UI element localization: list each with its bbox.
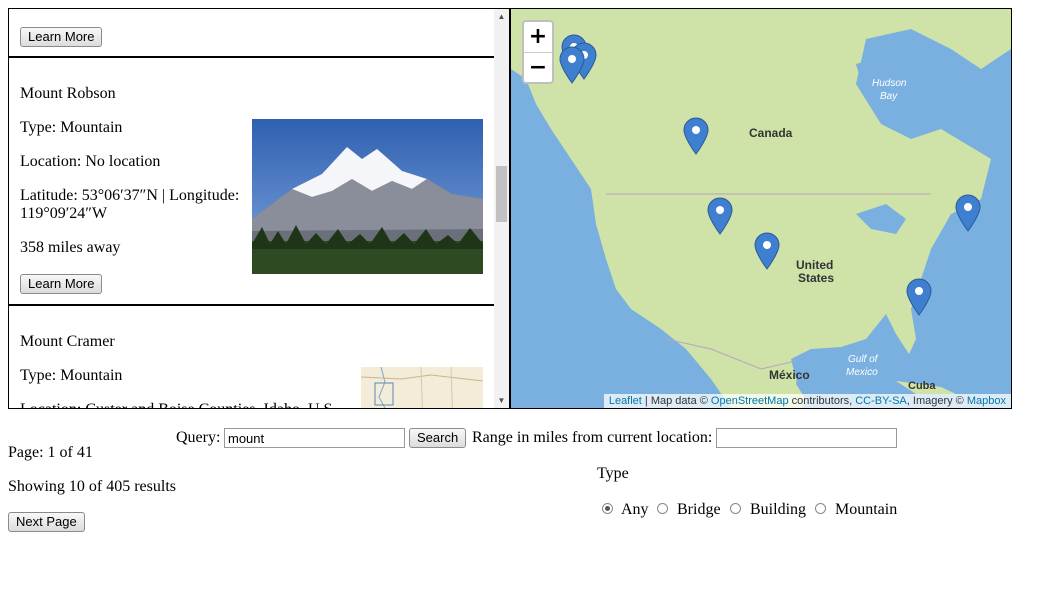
map-label-gulf: Mexico xyxy=(846,367,878,378)
map-marker-icon[interactable] xyxy=(906,278,932,316)
result-name: Mount Cramer xyxy=(20,333,115,350)
type-radio-building[interactable] xyxy=(730,503,741,514)
license-link[interactable]: CC-BY-SA xyxy=(855,395,907,407)
osm-link[interactable]: OpenStreetMap xyxy=(711,395,789,407)
zoom-in-button[interactable]: + xyxy=(524,22,552,53)
map-label-canada: Canada xyxy=(749,126,793,140)
map-thumbnail xyxy=(361,367,483,408)
next-page-button[interactable]: Next Page xyxy=(8,512,85,532)
map-marker-icon[interactable] xyxy=(683,117,709,155)
type-filter-label: Type xyxy=(597,465,629,482)
results-count: Showing 10 of 405 results xyxy=(8,478,176,495)
query-label: Query: xyxy=(176,429,221,446)
map-label-hudson-bay: Bay xyxy=(880,91,898,102)
map-label-cuba: Cuba xyxy=(908,380,936,392)
leaflet-link[interactable]: Leaflet xyxy=(609,395,642,407)
type-option-label: Building xyxy=(750,501,807,518)
result-distance: 358 miles away xyxy=(20,239,121,256)
result-card: Learn More xyxy=(9,9,494,58)
map-attribution: Leaflet | Map data © OpenStreetMap contr… xyxy=(603,394,1011,408)
result-type: Type: Mountain xyxy=(20,119,123,136)
map-label-united-states: United xyxy=(796,258,834,272)
type-radio-any[interactable] xyxy=(602,503,613,514)
map-marker-icon[interactable] xyxy=(955,194,981,232)
map-label-gulf: Gulf of xyxy=(848,354,878,365)
mapbox-link[interactable]: Mapbox xyxy=(967,395,1006,407)
range-input[interactable] xyxy=(716,428,897,448)
result-card: Mount Robson Type: Mountain Location: No… xyxy=(9,58,494,306)
learn-more-button[interactable]: Learn More xyxy=(20,27,103,47)
results-list[interactable]: Learn More Mount Robson Type: Mountain L… xyxy=(8,8,510,409)
search-button[interactable]: Search xyxy=(409,428,467,448)
attribution-text: contributors, xyxy=(788,395,856,407)
zoom-control: + − xyxy=(522,20,554,84)
scroll-up-arrow-icon[interactable]: ▲ xyxy=(494,9,509,24)
results-scrollbar[interactable]: ▲ ▼ xyxy=(494,9,509,408)
result-card: Mount Cramer Type: Mountain Location: Cu… xyxy=(9,306,494,408)
map-marker-icon[interactable] xyxy=(707,197,733,235)
map-label-hudson-bay: Hudson xyxy=(872,78,907,89)
page-indicator: Page: 1 of 41 xyxy=(8,444,93,461)
result-coordinates: Latitude: 53°06′37″N | Longitude: 119°09… xyxy=(20,187,240,222)
result-name: Mount Robson xyxy=(20,85,116,102)
map-label-mexico: México xyxy=(769,368,810,382)
type-radio-bridge[interactable] xyxy=(657,503,668,514)
type-radio-mountain[interactable] xyxy=(815,503,826,514)
attribution-text: | Map data © xyxy=(641,395,711,407)
learn-more-button[interactable]: Learn More xyxy=(20,274,103,294)
mountain-photo xyxy=(252,119,483,274)
map-view[interactable]: Canada United States México Cuba Hudson … xyxy=(510,8,1012,409)
query-input[interactable] xyxy=(224,428,405,448)
type-option-label: Bridge xyxy=(677,501,721,518)
result-type: Type: Mountain xyxy=(20,367,123,384)
range-label: Range in miles from current location: xyxy=(472,429,713,446)
attribution-text: , Imagery © xyxy=(906,395,967,407)
scroll-down-arrow-icon[interactable]: ▼ xyxy=(494,393,509,408)
zoom-out-button[interactable]: − xyxy=(524,53,552,83)
map-marker-icon[interactable] xyxy=(559,46,585,84)
type-option-label: Any xyxy=(621,501,649,518)
result-location: Location: No location xyxy=(20,153,161,170)
result-location: Location: Custer and Boise Counties, Ida… xyxy=(20,401,336,408)
map-marker-icon[interactable] xyxy=(754,232,780,270)
type-option-label: Mountain xyxy=(835,501,898,518)
scroll-thumb[interactable] xyxy=(496,166,507,222)
map-label-united-states: States xyxy=(798,271,835,285)
